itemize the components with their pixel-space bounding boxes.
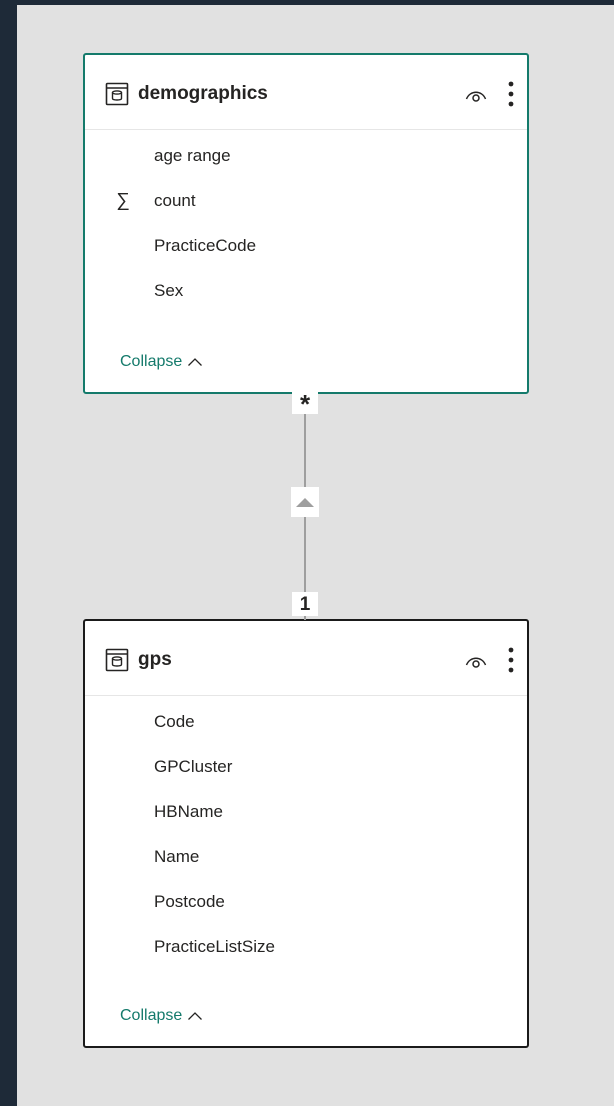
field-row[interactable]: Code [85,699,527,744]
model-canvas[interactable]: demographics age range ∑ count PracticeC… [17,0,614,1106]
field-label: age range [154,146,231,165]
field-label: PracticeCode [154,236,257,255]
chevron-up-icon [188,358,203,366]
field-row[interactable]: age range [85,133,527,178]
field-row[interactable]: HBName [85,789,527,834]
field-label: Code [154,712,195,731]
table-title: demographics [138,83,268,104]
field-label: Sex [154,281,184,300]
collapse-button[interactable]: Collapse [120,353,203,371]
field-row[interactable]: PracticeCode [85,223,527,268]
chevron-up-icon [188,1012,203,1020]
table-header[interactable]: gps [85,621,527,696]
field-label: HBName [154,802,223,821]
more-options-icon[interactable] [507,81,515,107]
field-row[interactable]: GPCluster [85,744,527,789]
field-label: GPCluster [154,757,233,776]
more-options-icon[interactable] [507,647,515,673]
collapse-label: Collapse [120,353,183,370]
field-row[interactable]: ∑ count [85,178,527,223]
field-list: Code GPCluster HBName Name Postcode Prac… [85,699,527,969]
field-row[interactable]: PracticeListSize [85,924,527,969]
field-label: Postcode [154,892,225,911]
sigma-icon: ∑ [116,190,130,211]
field-label: count [154,191,196,210]
field-row[interactable]: Sex [85,268,527,313]
field-label: Name [154,847,200,866]
collapse-label: Collapse [120,1007,183,1024]
eye-icon[interactable] [465,653,487,669]
field-list: age range ∑ count PracticeCode Sex [85,133,527,313]
field-label: PracticeListSize [154,937,275,956]
table-card-gps[interactable]: gps Code GPCluster HBName Name Postcode … [83,619,529,1048]
table-card-demographics[interactable]: demographics age range ∑ count PracticeC… [83,53,529,394]
triangle-up-icon [296,498,314,507]
table-title: gps [138,649,172,670]
eye-icon[interactable] [465,87,487,103]
table-icon [105,82,129,106]
table-header[interactable]: demographics [85,55,527,130]
many-cardinality-marker: * [292,390,318,418]
one-cardinality-marker: 1 [292,592,318,616]
collapse-button[interactable]: Collapse [120,1007,203,1025]
cross-filter-marker[interactable] [291,487,319,517]
field-row[interactable]: Postcode [85,879,527,924]
field-row[interactable]: Name [85,834,527,879]
table-icon [105,648,129,672]
